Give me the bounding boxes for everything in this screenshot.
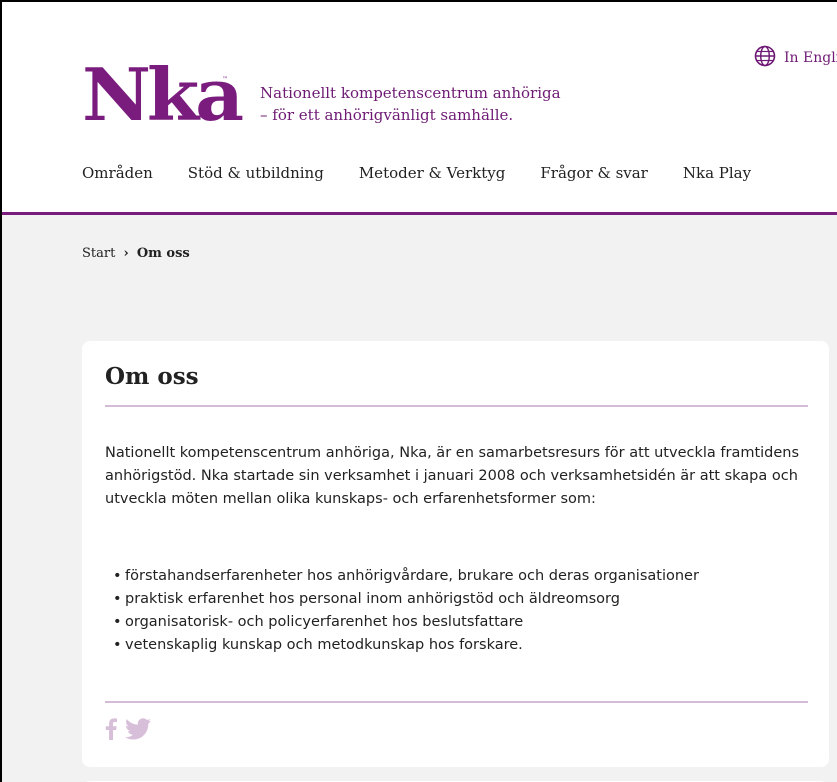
breadcrumb-separator-icon: › — [123, 246, 129, 261]
site-header: In English Nka ™ Nationellt kompetenscen… — [2, 2, 837, 213]
twitter-icon[interactable] — [125, 718, 151, 744]
trademark-mark: ™ — [222, 76, 228, 83]
list-item: förstahandserfarenheter hos anhörigvårda… — [113, 565, 699, 588]
main-content: Start › Om oss Om oss Nationellt kompete… — [2, 215, 837, 782]
nav-item-fragor-svar[interactable]: Frågor & svar — [540, 164, 648, 182]
main-nav: Områden Stöd & utbildning Metoder & Verk… — [82, 164, 751, 182]
language-switch[interactable]: In English — [754, 45, 837, 71]
article-intro: Nationellt kompetenscentrum anhöriga, Nk… — [105, 445, 800, 507]
breadcrumb: Start › Om oss — [82, 246, 190, 261]
tagline-line-1: Nationellt kompetenscentrum anhöriga — [260, 84, 561, 102]
nav-item-stod-utbildning[interactable]: Stöd & utbildning — [188, 164, 324, 182]
nav-item-omraden[interactable]: Områden — [82, 164, 153, 182]
language-link-label[interactable]: In English — [784, 50, 837, 66]
page-title: Om oss — [105, 363, 199, 390]
list-item: praktisk erfarenhet hos personal inom an… — [113, 588, 699, 611]
nav-item-metoder-verktyg[interactable]: Metoder & Verktyg — [359, 164, 506, 182]
share-buttons — [105, 718, 151, 744]
tagline-line-2: – för ett anhörigvänligt samhälle. — [260, 106, 514, 124]
page-frame: In English Nka ™ Nationellt kompetenscen… — [0, 0, 837, 782]
article-card: Om oss Nationellt kompetenscentrum anhör… — [82, 341, 829, 767]
breadcrumb-current: Om oss — [136, 246, 190, 261]
nav-item-nka-play[interactable]: Nka Play — [683, 164, 751, 182]
globe-icon — [754, 45, 776, 71]
experience-list: förstahandserfarenheter hos anhörigvårda… — [113, 565, 699, 657]
list-item: vetenskaplig kunskap och metodkunskap ho… — [113, 634, 699, 657]
facebook-icon[interactable] — [105, 718, 117, 744]
nka-logo[interactable]: Nka — [82, 59, 244, 131]
title-divider — [105, 405, 808, 407]
share-divider — [105, 701, 808, 703]
list-item: organisatorisk- och policyerfarenhet hos… — [113, 611, 699, 634]
breadcrumb-home-link[interactable]: Start — [82, 246, 115, 261]
site-tagline: Nationellt kompetenscentrum anhöriga – f… — [260, 82, 561, 126]
